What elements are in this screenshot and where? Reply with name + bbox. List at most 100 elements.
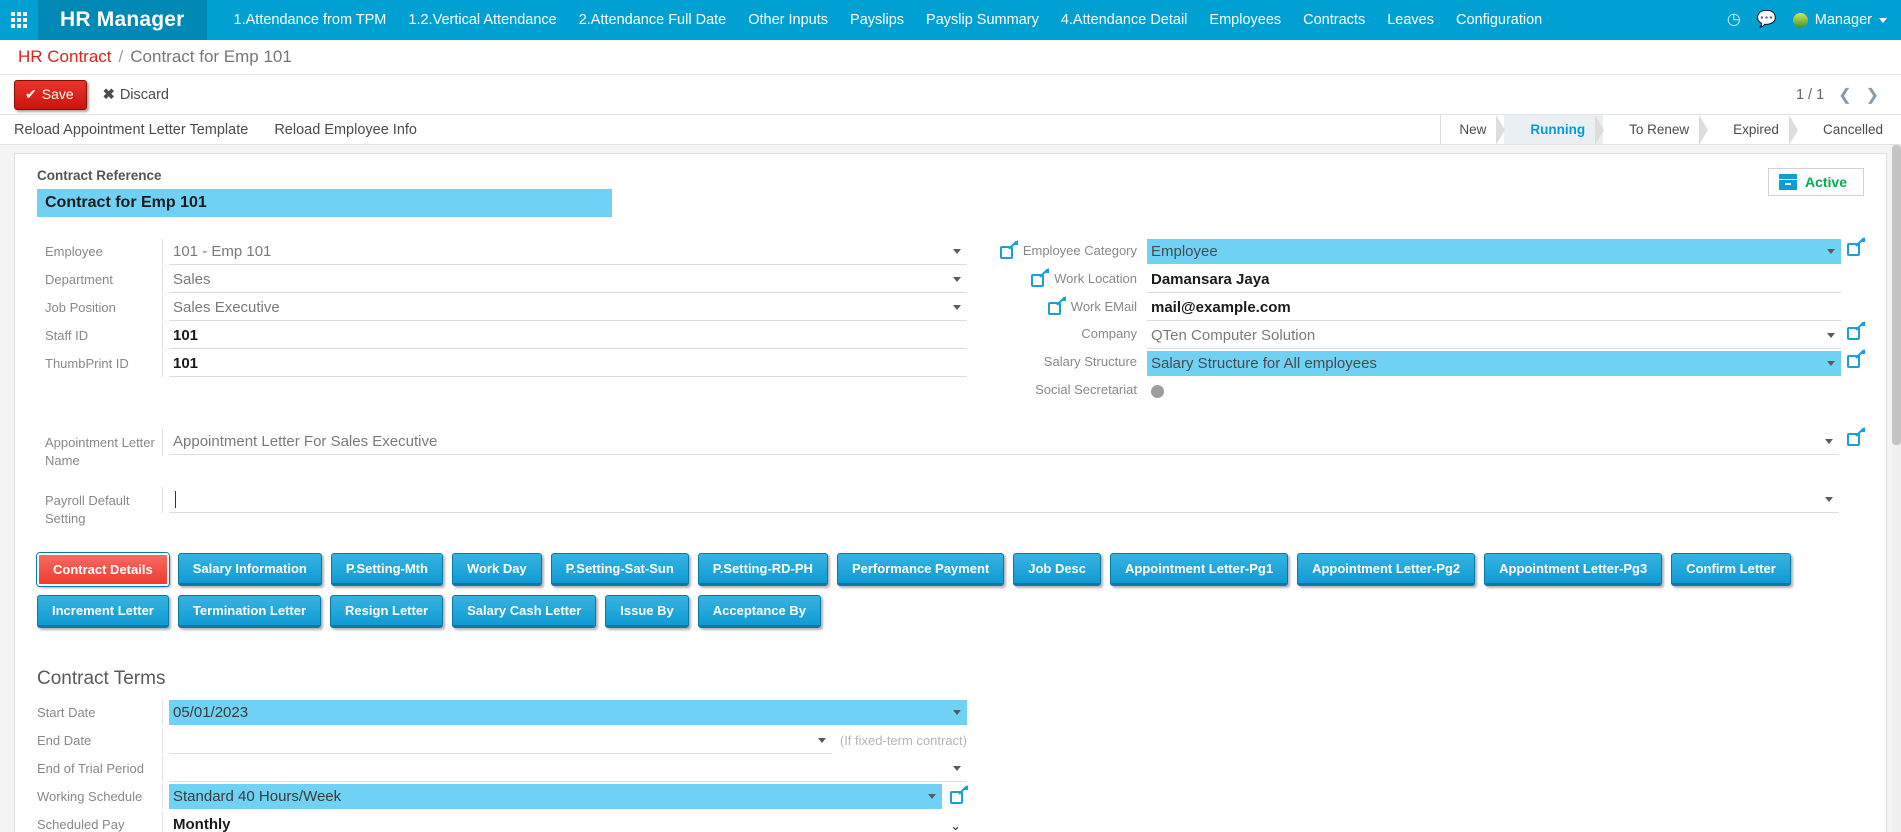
- menu-item-other-inputs[interactable]: Other Inputs: [737, 0, 839, 40]
- payroll-default-setting-label: Payroll Default Setting: [45, 493, 130, 526]
- field-row-job-position: Job Position: [37, 295, 967, 322]
- user-name-label: Manager: [1814, 12, 1872, 28]
- x-icon: ✖: [102, 86, 115, 103]
- tab-salary-cash-letter[interactable]: Salary Cash Letter: [452, 595, 597, 629]
- tab-psetting-mth[interactable]: P.Setting-Mth: [330, 553, 443, 587]
- discard-button-label: Discard: [119, 86, 169, 103]
- tab-psetting-sat-sun[interactable]: P.Setting-Sat-Sun: [550, 553, 689, 587]
- employee-input[interactable]: [169, 239, 967, 265]
- employee-category-input[interactable]: [1147, 239, 1841, 264]
- start-date-label: Start Date: [37, 705, 96, 721]
- apps-menu-button[interactable]: [0, 0, 38, 40]
- external-link-icon[interactable]: [1047, 296, 1066, 315]
- status-step-running[interactable]: Running: [1504, 115, 1604, 145]
- tab-appointment-letter-pg1[interactable]: Appointment Letter-Pg1: [1110, 553, 1289, 587]
- breadcrumb-root-link[interactable]: HR Contract: [18, 47, 112, 67]
- job-position-input[interactable]: [169, 295, 967, 321]
- field-row-work-location: Work Location: [967, 267, 1864, 294]
- tab-psetting-rd-ph[interactable]: P.Setting-RD-PH: [697, 553, 828, 587]
- status-step-expired[interactable]: Expired: [1707, 115, 1798, 145]
- end-of-trial-period-input[interactable]: [169, 756, 967, 783]
- breadcrumb: HR Contract / Contract for Emp 101: [0, 40, 1901, 75]
- contract-reference-input[interactable]: [37, 189, 612, 217]
- menu-item-employees[interactable]: Employees: [1198, 0, 1292, 40]
- menu-item-vertical-attendance[interactable]: 1.2.Vertical Attendance: [397, 0, 567, 40]
- external-link-icon[interactable]: [950, 785, 968, 805]
- chat-bubble-icon[interactable]: 💬: [1757, 12, 1777, 28]
- work-email-input[interactable]: [1147, 295, 1841, 321]
- reload-employee-info-button[interactable]: Reload Employee Info: [274, 122, 417, 138]
- company-label: Company: [1081, 326, 1137, 341]
- chevron-right-icon[interactable]: ❯: [1866, 85, 1879, 105]
- staff-id-input[interactable]: [169, 323, 967, 349]
- active-status-label: Active: [1804, 174, 1847, 190]
- reload-appointment-letter-template-button[interactable]: Reload Appointment Letter Template: [14, 122, 248, 138]
- menu-item-attendance-detail[interactable]: 4.Attendance Detail: [1050, 0, 1199, 40]
- clock-icon[interactable]: ◷: [1727, 12, 1741, 28]
- social-secretariat-label: Social Secretariat: [1035, 382, 1137, 397]
- tab-resign-letter[interactable]: Resign Letter: [330, 595, 444, 629]
- tab-contract-details[interactable]: Contract Details: [37, 553, 169, 587]
- thumbprint-id-label: ThumbPrint ID: [45, 356, 129, 371]
- menu-item-attendance-tpm[interactable]: 1.Attendance from TPM: [223, 0, 398, 40]
- tab-termination-letter[interactable]: Termination Letter: [177, 595, 322, 629]
- menu-item-payslip-summary[interactable]: Payslip Summary: [915, 0, 1050, 40]
- appointment-letter-name-input[interactable]: [169, 429, 1839, 455]
- tab-performance-payment[interactable]: Performance Payment: [836, 553, 1005, 587]
- field-row-appointment-letter-name: Appointment Letter Name: [37, 427, 1865, 469]
- brand-title[interactable]: HR Manager: [38, 0, 207, 40]
- tab-job-desc[interactable]: Job Desc: [1013, 553, 1102, 587]
- save-button[interactable]: ✔ Save: [14, 79, 87, 110]
- salary-structure-input[interactable]: [1147, 351, 1841, 376]
- menu-item-configuration[interactable]: Configuration: [1445, 0, 1553, 40]
- scrollbar-thumb[interactable]: [1892, 145, 1901, 445]
- menu-item-contracts[interactable]: Contracts: [1292, 0, 1376, 40]
- tab-appointment-letter-pg3[interactable]: Appointment Letter-Pg3: [1484, 553, 1663, 587]
- company-input[interactable]: [1147, 323, 1841, 349]
- work-email-label: Work EMail: [1070, 299, 1137, 314]
- tab-acceptance-by[interactable]: Acceptance By: [697, 595, 821, 629]
- department-input[interactable]: [169, 267, 967, 293]
- menu-item-attendance-full-date[interactable]: 2.Attendance Full Date: [568, 0, 738, 40]
- active-status-button[interactable]: Active: [1767, 168, 1864, 196]
- working-schedule-input[interactable]: [169, 784, 942, 810]
- menu-item-payslips[interactable]: Payslips: [839, 0, 915, 40]
- discard-button[interactable]: ✖ Discard: [103, 87, 169, 103]
- main-form-columns: Employee Department Job Position: [37, 237, 1865, 407]
- external-link-icon[interactable]: [1847, 349, 1865, 368]
- thumbprint-id-input[interactable]: [169, 351, 967, 377]
- tab-confirm-letter[interactable]: Confirm Letter: [1671, 553, 1791, 587]
- external-link-icon[interactable]: [999, 240, 1018, 259]
- start-date-input[interactable]: [169, 700, 967, 726]
- work-location-input[interactable]: [1147, 267, 1841, 293]
- external-link-icon[interactable]: [1847, 237, 1865, 256]
- user-menu-button[interactable]: Manager: [1792, 12, 1887, 28]
- tab-appointment-letter-pg2[interactable]: Appointment Letter-Pg2: [1297, 553, 1476, 587]
- social-secretariat-toggle[interactable]: [1151, 385, 1164, 398]
- field-row-start-date: Start Date: [37, 700, 967, 727]
- tab-increment-letter[interactable]: Increment Letter: [37, 595, 169, 629]
- tab-salary-information[interactable]: Salary Information: [177, 553, 322, 587]
- breadcrumb-separator: /: [118, 47, 124, 66]
- external-link-icon[interactable]: [1847, 427, 1865, 446]
- action-status-bar: Reload Appointment Letter Template Reloa…: [0, 115, 1901, 145]
- breadcrumb-current: Contract for Emp 101: [130, 47, 292, 66]
- menu-item-leaves[interactable]: Leaves: [1376, 0, 1445, 40]
- chevron-left-icon[interactable]: ❮: [1838, 85, 1851, 105]
- tab-issue-by[interactable]: Issue By: [605, 595, 689, 629]
- scheduled-pay-select[interactable]: [169, 812, 967, 832]
- contract-statusbar: New Running To Renew Expired Cancelled: [1440, 115, 1901, 145]
- payroll-default-setting-input[interactable]: [169, 487, 1839, 514]
- grid-apps-icon: [11, 12, 27, 28]
- status-step-new[interactable]: New: [1441, 115, 1506, 145]
- vertical-scrollbar[interactable]: [1892, 145, 1901, 832]
- status-step-to-renew[interactable]: To Renew: [1603, 115, 1709, 145]
- status-step-cancelled[interactable]: Cancelled: [1796, 115, 1901, 144]
- end-date-input[interactable]: [169, 728, 832, 755]
- end-date-hint: (If fixed-term contract): [839, 733, 967, 749]
- tab-work-day[interactable]: Work Day: [451, 553, 542, 587]
- field-row-end-date: End Date (If fixed-term contract): [37, 728, 967, 755]
- external-link-icon[interactable]: [1847, 321, 1865, 340]
- employee-category-label: Employee Category: [1022, 243, 1137, 258]
- external-link-icon[interactable]: [1031, 268, 1050, 287]
